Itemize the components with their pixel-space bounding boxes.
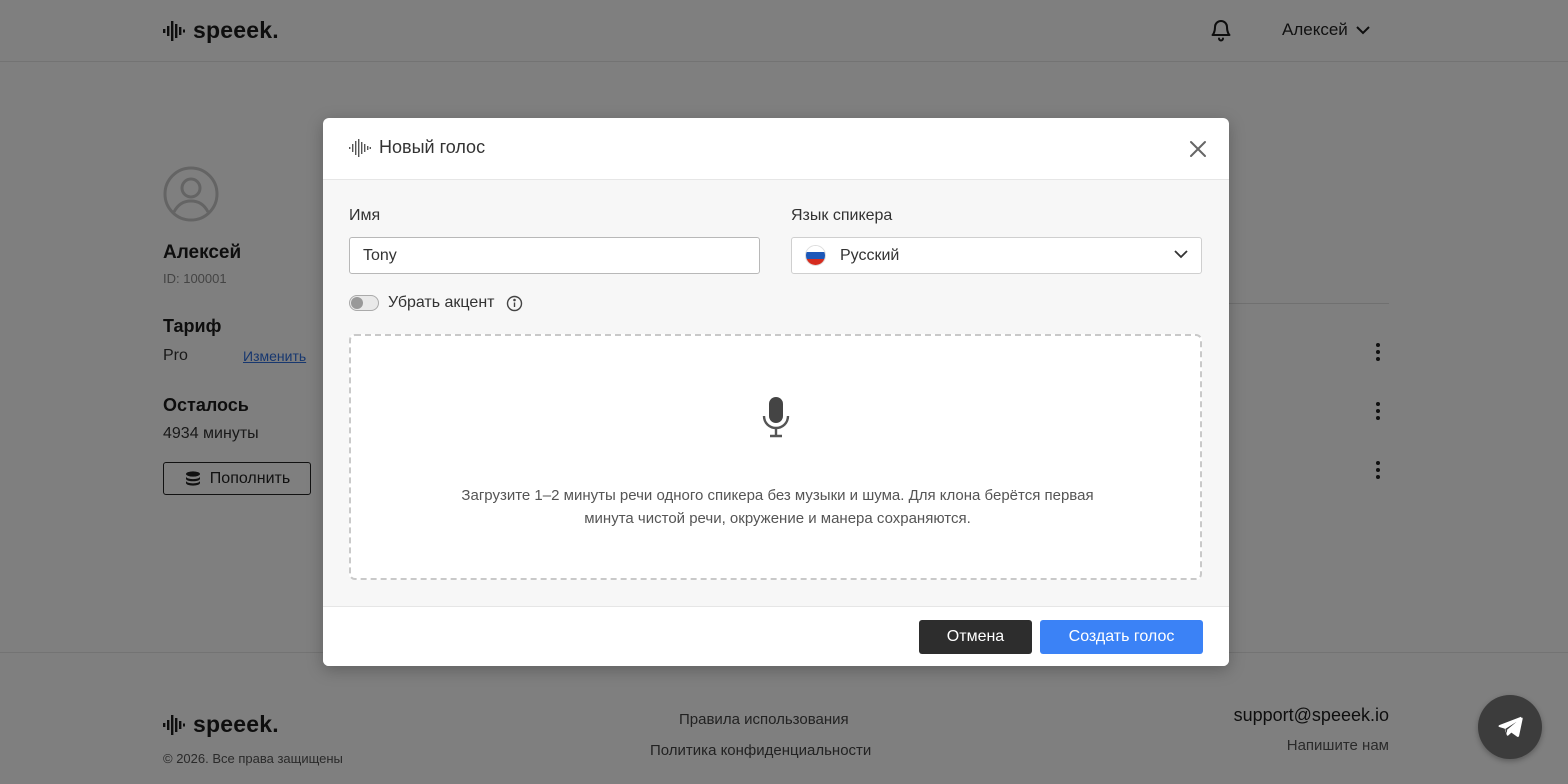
close-icon[interactable] [1189, 140, 1207, 158]
send-icon [1498, 716, 1523, 737]
remove-accent-label: Убрать акцент [388, 294, 495, 311]
microphone-icon [762, 397, 790, 438]
russia-flag-icon [805, 245, 826, 266]
dialog-body: Имя Язык спикера Русский Убрать акцент [323, 180, 1229, 606]
create-voice-button[interactable]: Создать голос [1040, 620, 1203, 654]
dropzone-hint: Загрузите 1–2 минуты речи одного спикера… [461, 487, 1094, 527]
waveform-icon [349, 138, 371, 157]
chevron-down-icon [1174, 250, 1188, 259]
language-value: Русский [840, 246, 900, 264]
info-icon[interactable] [506, 295, 523, 312]
cancel-button[interactable]: Отмена [919, 620, 1032, 654]
name-input[interactable] [349, 237, 760, 274]
language-label: Язык спикера [791, 207, 893, 224]
remove-accent-toggle[interactable] [349, 295, 379, 311]
dialog-footer: Отмена Создать голос [323, 606, 1229, 666]
dialog-header: Новый голос [323, 118, 1229, 180]
remove-accent-row: Убрать акцент [349, 294, 523, 312]
telegram-chat-button[interactable] [1478, 695, 1542, 759]
audio-dropzone[interactable]: Загрузите 1–2 минуты речи одного спикера… [349, 334, 1202, 580]
new-voice-dialog: Новый голос Имя Язык спикера Русский Убр… [323, 118, 1229, 666]
dialog-title-text: Новый голос [379, 137, 486, 157]
dialog-title: Новый голос [349, 137, 485, 158]
language-select[interactable]: Русский [791, 237, 1202, 274]
name-label: Имя [349, 207, 381, 224]
